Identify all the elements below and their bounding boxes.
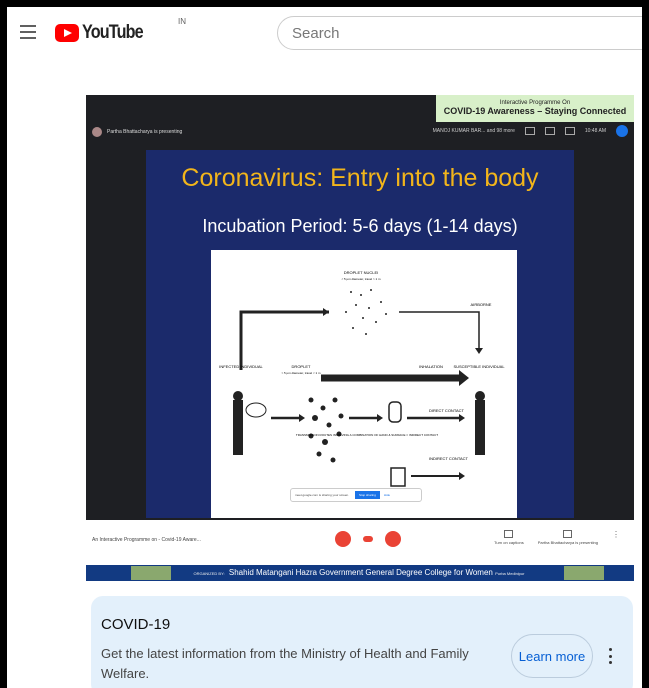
hand-icon: [388, 401, 402, 423]
cough-cloud-icon: [245, 402, 267, 418]
more-options-icon[interactable]: ⋮: [612, 530, 620, 545]
participant-text: MANOJ KUMAR BAR... and 98 more: [432, 128, 515, 134]
surface-icon: [390, 467, 406, 487]
meet-footer: An Interactive Programme on - Covid-19 A…: [86, 520, 634, 565]
more-actions-icon[interactable]: [609, 648, 613, 664]
meeting-name: An Interactive Programme on - Covid-19 A…: [92, 537, 201, 543]
organized-by-label: ORGANIZED BY:: [193, 571, 225, 576]
banner-line2: COVID-19 Awareness – Staying Connected: [443, 106, 627, 116]
activities-icon: [564, 127, 575, 135]
presenter-avatar: [92, 127, 102, 137]
hamburger-menu-icon[interactable]: [20, 25, 36, 39]
label-droplet-nuclei: DROPLET NUCLEI: [344, 270, 379, 275]
hide-button[interactable]: Hide: [384, 493, 390, 497]
meet-footer-right: Turn on captions Partha Bhattacharya is …: [494, 530, 620, 545]
camera-off-button[interactable]: [385, 531, 401, 547]
present-button[interactable]: Partha Bhattacharya is presenting: [538, 530, 598, 545]
mic-off-button[interactable]: [335, 531, 351, 547]
search-input[interactable]: Search: [277, 16, 642, 50]
stop-sharing-button[interactable]: Stop sharing: [355, 491, 380, 499]
transmission-diagram: DROPLET NUCLEI < 5 µm diameter, travel >…: [211, 250, 517, 518]
susceptible-person-icon: [475, 400, 485, 455]
college-place: Purba Medinipur: [495, 571, 525, 576]
youtube-logo[interactable]: YouTube IN: [55, 17, 186, 44]
search-placeholder: Search: [292, 24, 340, 42]
meeting-time: 10:48 AM: [584, 128, 606, 134]
college-name: Shahid Matangani Hazra Government Genera…: [228, 568, 493, 577]
label-direct-contact: DIRECT CONTACT: [429, 408, 465, 413]
page-frame: YouTube IN Search Interactive Programme …: [7, 7, 642, 688]
label-droplet-nuclei-size: < 5 µm diameter, travel > 1 m: [341, 277, 381, 281]
label-infected: INFECTED INDIVIDUAL: [219, 364, 263, 369]
learn-more-button[interactable]: Learn more: [511, 634, 593, 678]
video-player[interactable]: Interactive Programme On COVID-19 Awaren…: [86, 95, 634, 581]
organizer-strip: ORGANIZED BY: Shahid Matangani Hazra Gov…: [86, 565, 634, 581]
arrow-airborne: [399, 311, 480, 350]
logo-text: YouTube: [82, 22, 144, 43]
label-droplet: DROPLET: [292, 364, 311, 369]
label-indirect-contact: INDIRECT CONTACT: [429, 456, 469, 461]
label-susceptible: SUSCEPTIBLE INDIVIDUAL: [453, 364, 505, 369]
label-droplet-size: > 5 µm diameter, travel < 1 m: [281, 371, 321, 375]
college-image-left: [131, 566, 171, 580]
presenter-text: Partha Bhattacharya is presenting: [107, 129, 183, 135]
present-icon: [563, 530, 573, 538]
info-card-body: Get the latest information from the Mini…: [101, 646, 469, 681]
top-bar: YouTube IN Search: [7, 7, 642, 59]
user-avatar: [616, 125, 628, 137]
captions-label: Turn on captions: [494, 540, 524, 545]
slide-subtitle: Incubation Period: 5-6 days (1-14 days): [202, 216, 518, 236]
nuclei-dots: [345, 289, 387, 335]
captions-button[interactable]: Turn on captions: [494, 530, 524, 545]
label-inhalation: INHALATION: [419, 364, 443, 369]
meet-header-controls: MANOJ KUMAR BAR... and 98 more 10:48 AM: [433, 125, 628, 137]
people-icon: [524, 127, 535, 135]
chat-icon: [544, 127, 555, 135]
country-code: IN: [178, 17, 186, 26]
info-card-title: COVID-19: [101, 616, 171, 633]
meet-header: Interactive Programme On COVID-19 Awaren…: [86, 95, 634, 143]
droplet-dots: [308, 397, 344, 463]
presenter-indicator: Partha Bhattacharya is presenting: [92, 127, 182, 137]
youtube-play-icon: [55, 24, 79, 42]
slide-title: Coronavirus: Entry into the body: [181, 164, 539, 192]
share-text: meet.google.com is sharing your screen.: [295, 493, 350, 497]
arrow-up: [239, 310, 329, 370]
presenting-label: Partha Bhattacharya is presenting: [537, 540, 598, 545]
programme-banner: Interactive Programme On COVID-19 Awaren…: [436, 95, 634, 122]
college-image-right: [564, 566, 604, 580]
infected-person-icon: [233, 400, 243, 455]
label-transmission: TRANSMISSION ROUTES INVOLVING A COMBINAT…: [296, 433, 438, 437]
label-airborne: AIRBORNE: [471, 302, 492, 307]
presentation-slide: Coronavirus: Entry into the body Incubat…: [146, 150, 574, 518]
screen-share-bar: meet.google.com is sharing your screen. …: [290, 488, 422, 502]
captions-icon: [504, 530, 514, 538]
info-card: COVID-19 Get the latest information from…: [91, 596, 633, 688]
end-call-button[interactable]: [363, 536, 373, 542]
meet-call-controls: [335, 531, 401, 547]
diagram-svg: DROPLET NUCLEI < 5 µm diameter, travel >…: [219, 270, 505, 487]
